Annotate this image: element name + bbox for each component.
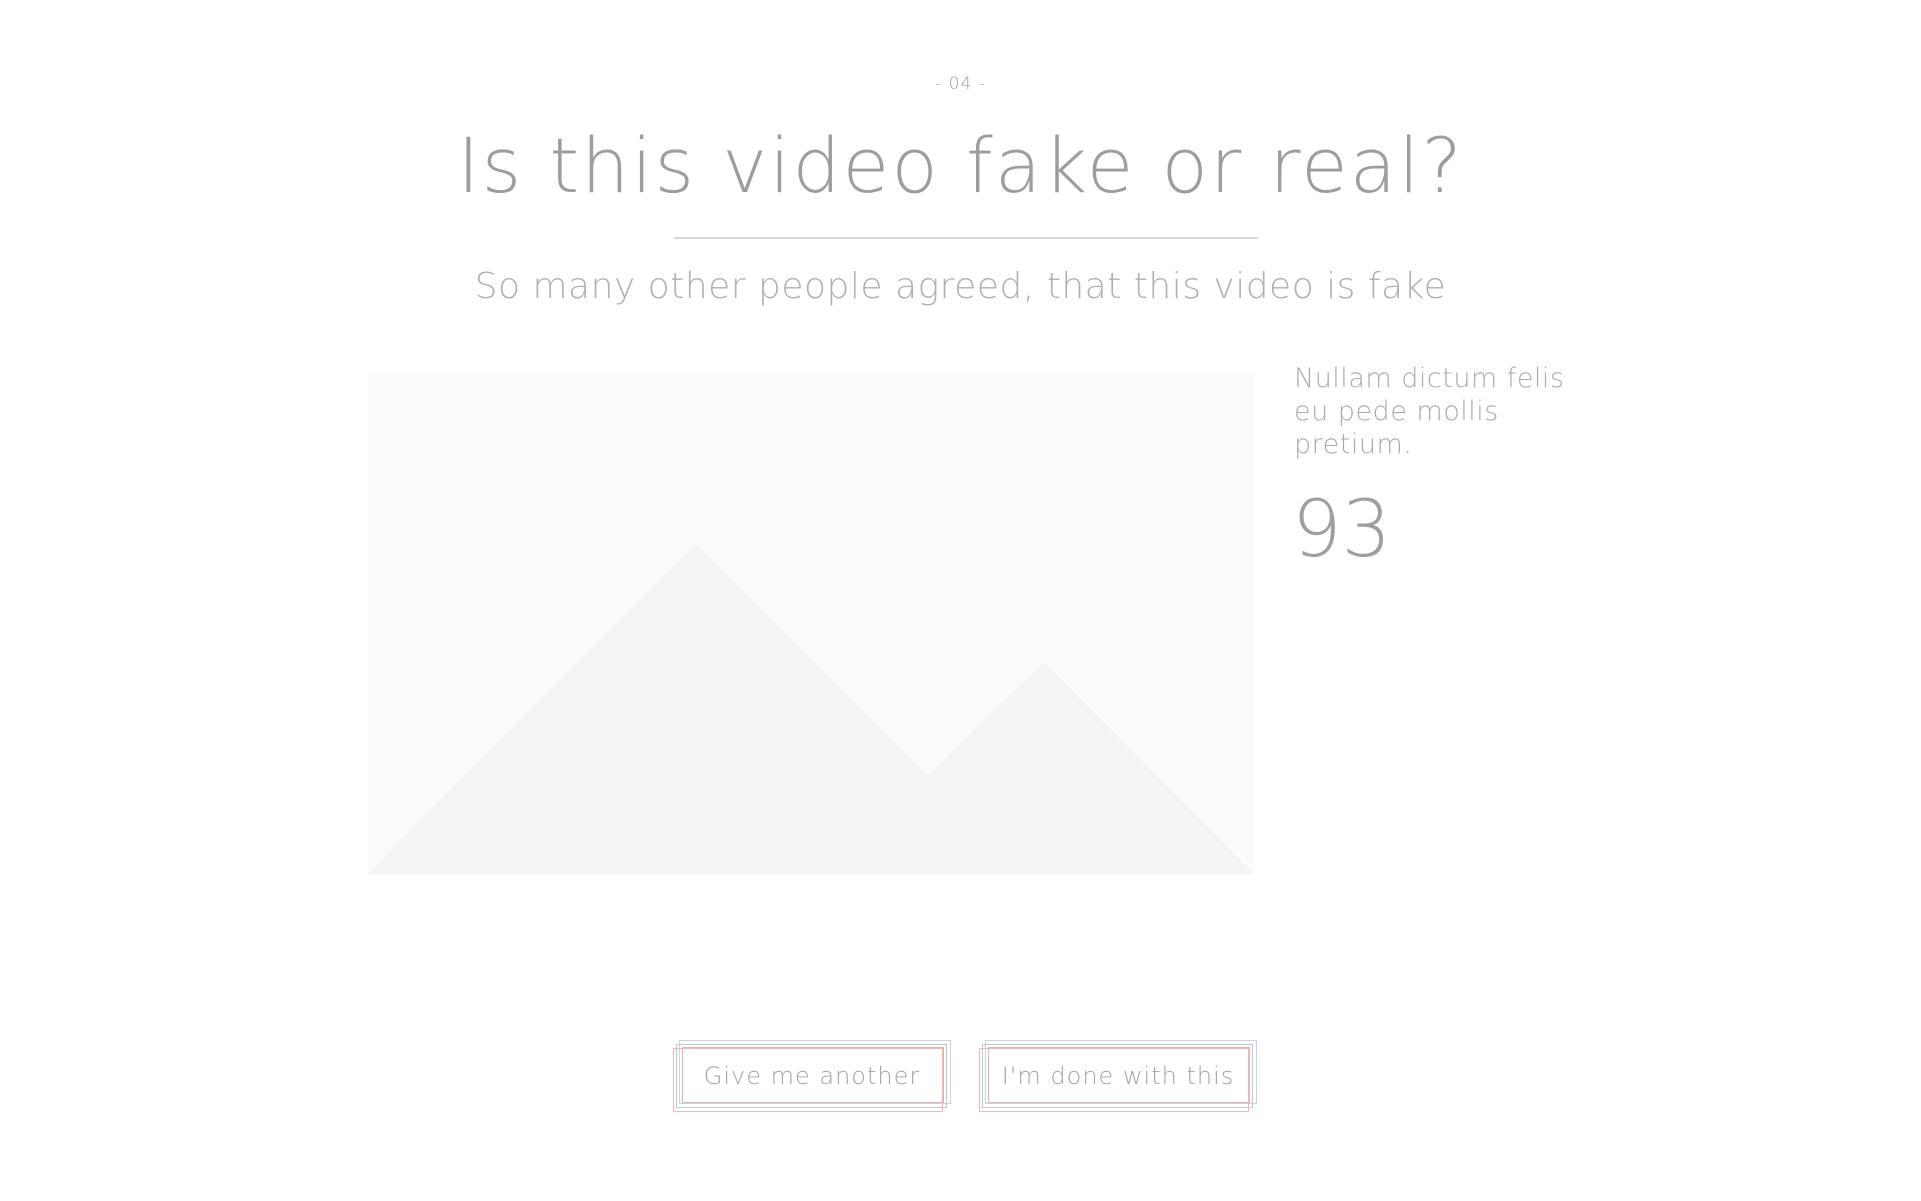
mountain-shape <box>368 544 1254 874</box>
stats-description: Nullam dictum felis eu pede mollis preti… <box>1294 363 1565 460</box>
give-another-button[interactable]: Give me another <box>673 1040 951 1112</box>
done-label: I'm done with this <box>1001 1062 1235 1090</box>
video-placeholder[interactable] <box>368 372 1254 874</box>
page-title: Is this video fake or real? <box>457 121 1464 210</box>
agreement-score: 93 <box>1292 485 1392 575</box>
title-divider <box>674 237 1258 239</box>
give-another-label: Give me another <box>703 1062 921 1090</box>
done-button[interactable]: I'm done with this <box>979 1040 1257 1112</box>
step-indicator: - 04 - <box>935 74 986 94</box>
image-placeholder-icon <box>368 544 1254 874</box>
page-subtitle: So many other people agreed, that this v… <box>474 266 1447 307</box>
page: - 04 - Is this video fake or real? So ma… <box>0 0 1921 1201</box>
